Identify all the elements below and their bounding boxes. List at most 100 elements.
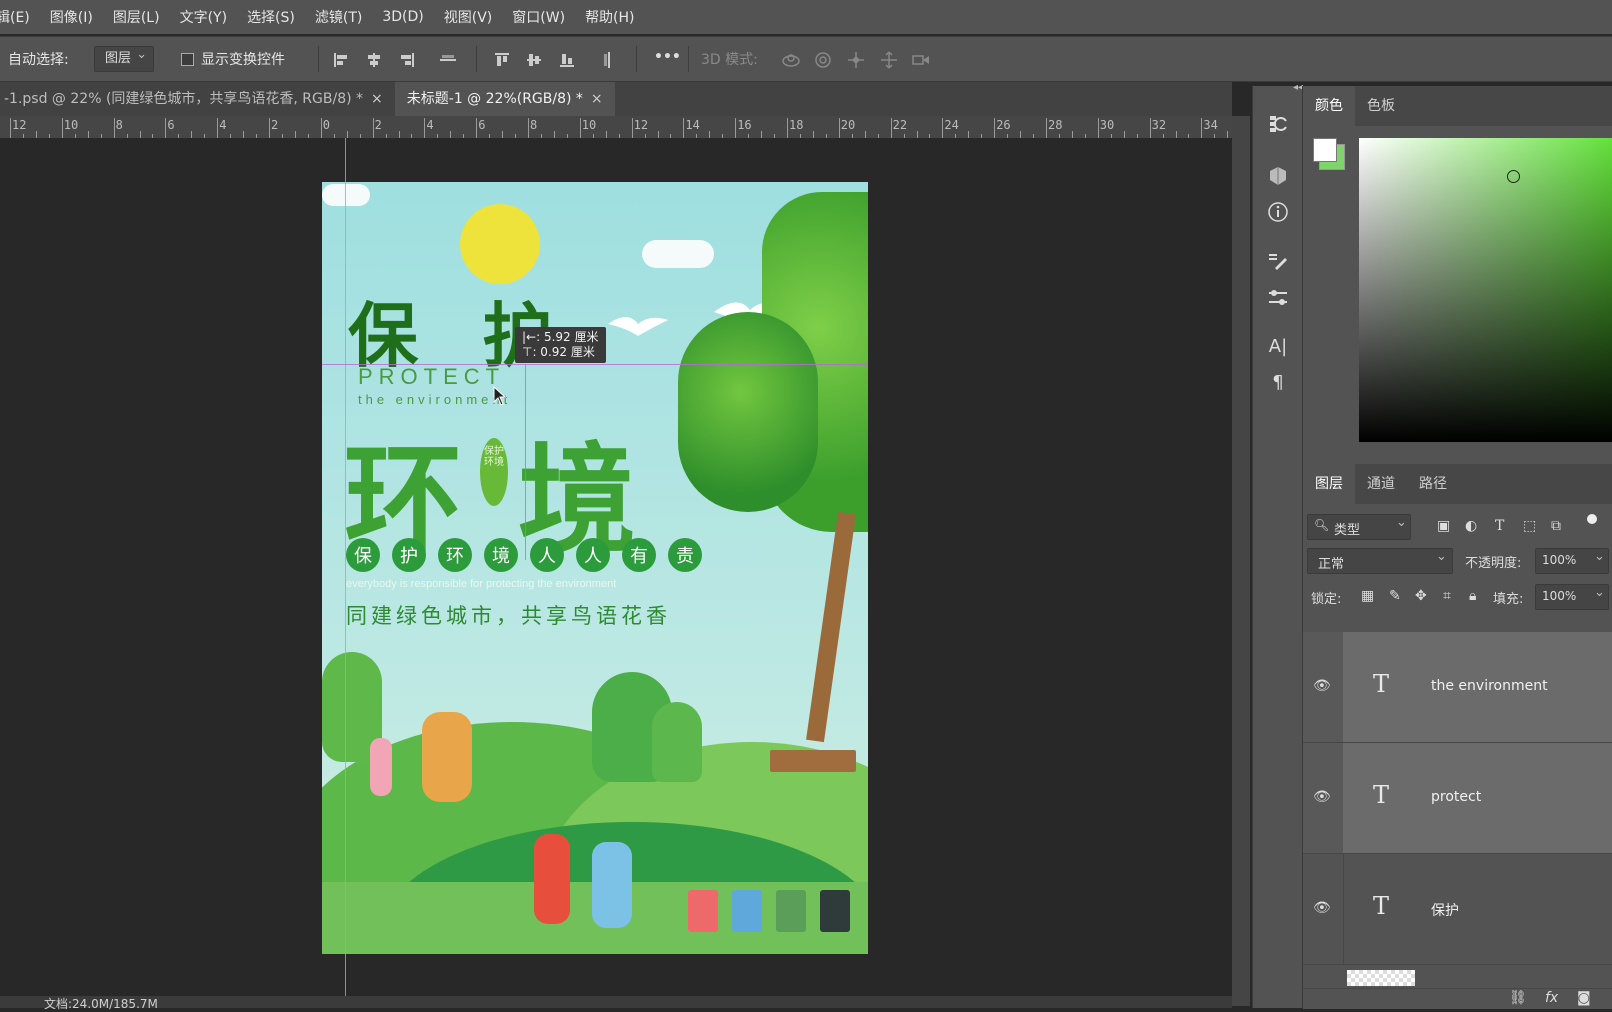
filter-shape-icon[interactable]: ⬚ [1523,518,1536,534]
align-top-icon[interactable] [491,49,513,71]
tab-layers[interactable]: 图层 [1303,464,1355,504]
tab-color[interactable]: 颜色 [1303,86,1355,126]
blend-mode-dropdown[interactable]: 正常 ⌄ [1307,548,1453,574]
tree-illustration [652,702,702,782]
opacity-value: 100% [1542,553,1577,567]
layer-row[interactable]: 👁︎ T protect [1303,743,1612,854]
menu-layer[interactable]: 图层(L) [103,7,170,27]
mask-icon[interactable]: ◙ [1577,990,1591,1006]
ruler-tick [761,131,763,138]
distribute-horizontal-icon[interactable] [437,49,459,71]
slogan-char: 环 [438,538,472,572]
align-bottom-icon[interactable] [556,49,578,71]
roll-3d-icon[interactable] [812,49,834,71]
ruler-tick [657,131,659,138]
show-transform-checkbox[interactable] [181,53,194,66]
poster-artboard[interactable]: 保 护 PROTECT the environment 环 保护环境 境 保 护… [322,182,868,954]
ruler-label: 6 [478,118,486,132]
character-icon[interactable]: A| [1253,330,1303,362]
text-layer-icon: T [1373,892,1390,920]
align-center-icon[interactable] [363,49,385,71]
child-illustration [592,842,632,928]
layer-name[interactable]: the environment [1431,678,1548,694]
tab-swatches[interactable]: 色板 [1355,86,1407,126]
filter-toggle-icon[interactable] [1587,514,1597,524]
info-icon[interactable] [1253,196,1303,228]
ruler-tick [294,131,296,138]
mode-3d-label: 3D 模式: [701,52,758,68]
lock-transparency-icon[interactable]: ▦ [1361,588,1374,604]
link-icon[interactable]: ⛓︎ [1509,990,1527,1006]
layer-name[interactable]: 保护 [1431,900,1459,920]
menu-help[interactable]: 帮助(H) [575,7,644,27]
filter-smart-object-icon[interactable]: ⧉ [1551,518,1561,534]
color-picker-cursor[interactable] [1507,170,1520,183]
foreground-color-swatch[interactable] [1313,138,1337,162]
trash-bin-black [820,890,850,932]
menu-filter[interactable]: 滤镜(T) [305,7,372,27]
menu-image[interactable]: 图像(I) [40,7,103,27]
pan-3d-icon[interactable] [845,49,867,71]
chevron-down-icon: ⌄ [1594,585,1605,600]
filter-pixel-icon[interactable]: ▣ [1437,518,1450,534]
menu-window[interactable]: 窗口(W) [502,7,575,27]
ruler-label: 28 [1048,118,1063,132]
doc-tab-untitled[interactable]: 未标题-1 @ 22%(RGB/8) * × [394,82,615,116]
align-left-icon[interactable] [330,49,352,71]
lock-move-icon[interactable]: ✥ [1415,588,1427,604]
slide-3d-icon[interactable] [878,49,900,71]
menu-type[interactable]: 文字(Y) [170,7,237,27]
menu-edit[interactable]: 辑(E) [0,7,40,27]
fill-input[interactable]: 100% ⌄ [1535,584,1609,610]
child-illustration [370,738,392,796]
eye-icon[interactable]: 👁︎ [1313,678,1331,694]
horizontal-scrollbar[interactable] [0,996,1232,1008]
align-right-icon[interactable] [396,49,418,71]
fx-icon[interactable]: fx [1545,990,1558,1006]
opacity-input[interactable]: 100% ⌄ [1535,548,1609,574]
panel-icon-strip: ◂◂ A| ¶ [1252,82,1303,1008]
lock-artboard-icon[interactable]: ⌗ [1443,588,1451,604]
lock-all-icon[interactable]: 🔒︎ [1469,588,1476,604]
more-options-icon[interactable]: ••• [654,49,681,65]
3d-icon[interactable] [1253,160,1303,192]
doc-tab-psd[interactable]: -1.psd @ 22% (同建绿色城市，共享鸟语花香, RGB/8) * × [0,82,395,116]
close-icon[interactable]: × [371,91,383,107]
protect-en-text: PROTECT [358,364,506,389]
history-icon[interactable] [1253,108,1303,140]
layer-row[interactable]: 👁︎ T the environment [1303,632,1612,743]
menu-view[interactable]: 视图(V) [434,7,503,27]
brush-preset-icon[interactable] [1253,246,1303,278]
smart-guide-vertical [525,364,526,560]
tab-paths[interactable]: 路径 [1407,464,1459,504]
chevron-down-icon: ⌄ [1396,515,1407,530]
paragraph-icon[interactable]: ¶ [1253,366,1303,398]
vertical-scrollbar[interactable] [1232,116,1250,1006]
adjustments-icon[interactable] [1253,282,1303,314]
ruler-label: 4 [219,118,227,132]
fill-value: 100% [1542,589,1577,603]
guide-line-vertical[interactable] [345,138,346,998]
filter-type-icon[interactable]: T [1495,518,1504,534]
tree-trunk [806,511,856,743]
doc-tab-label: 未标题-1 @ 22%(RGB/8) * [406,91,583,107]
orbit-3d-icon[interactable] [780,49,802,71]
distribute-vertical-icon[interactable] [598,49,620,71]
lock-brush-icon[interactable]: ✎ [1389,588,1401,604]
ruler-tick [1227,131,1229,138]
eye-icon[interactable]: 👁︎ [1313,789,1331,805]
scale-3d-icon[interactable] [910,49,932,71]
align-middle-icon[interactable] [523,49,545,71]
layer-row[interactable]: 👁︎ T 保护 [1303,854,1612,965]
auto-select-dropdown[interactable]: 图层 [94,43,155,72]
menu-3d[interactable]: 3D(D) [372,9,433,25]
ruler-label: 8 [530,118,538,132]
tab-channels[interactable]: 通道 [1355,464,1407,504]
filter-adjustment-icon[interactable]: ◐ [1465,518,1477,534]
layer-name[interactable]: protect [1431,789,1481,805]
menu-select[interactable]: 选择(S) [237,7,305,27]
eye-icon[interactable]: 👁︎ [1313,900,1331,916]
close-icon[interactable]: × [591,91,603,107]
layer-filter-dropdown[interactable]: 🔍︎ 类型 ⌄ [1307,514,1411,540]
color-picker-field[interactable] [1359,138,1612,442]
